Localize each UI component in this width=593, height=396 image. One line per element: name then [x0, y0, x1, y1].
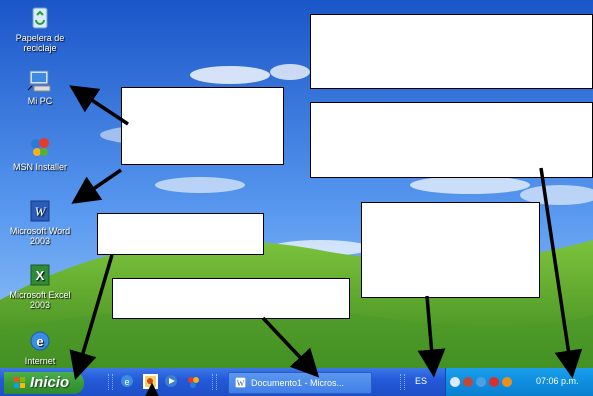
desktop-icon-excel[interactable]: X Microsoft Excel 2003	[5, 262, 75, 310]
windows-flag-icon	[14, 377, 25, 388]
svg-text:e: e	[36, 334, 43, 349]
recycle-bin-icon	[27, 5, 53, 31]
desktop-icon-label: MSN Installer	[12, 162, 67, 172]
back-arrow-icon[interactable]	[450, 377, 460, 387]
taskbar-button-label: Documento1 - Micros...	[251, 378, 345, 388]
toolbar-grip[interactable]	[400, 374, 405, 390]
media-player-icon[interactable]	[164, 374, 179, 389]
word-icon: W	[27, 198, 53, 224]
desktop-icon-internet[interactable]: e Internet	[5, 328, 75, 366]
callout-box	[310, 14, 593, 89]
desktop-background: Papelera de reciclaje Mi PC MSN Installe…	[0, 0, 593, 396]
internet-explorer-icon: e	[27, 328, 53, 354]
toolbar-grip[interactable]	[108, 374, 113, 390]
desktop-icon-label: Microsoft Word 2003	[9, 226, 71, 246]
callout-box	[310, 102, 593, 178]
desktop-icon-label: Mi PC	[27, 96, 53, 106]
desktop-icon-label: Microsoft Excel 2003	[9, 290, 71, 310]
msn-butterfly-icon	[27, 134, 53, 160]
start-label: Inicio	[30, 374, 70, 391]
antivirus-icon[interactable]	[502, 377, 512, 387]
svg-text:X: X	[36, 268, 45, 283]
outlook-express-icon[interactable]	[143, 374, 158, 389]
svg-text:W: W	[35, 204, 47, 219]
svg-text:W: W	[237, 379, 245, 388]
word-document-icon: W	[235, 377, 246, 388]
callout-box	[361, 202, 540, 298]
my-computer-icon	[27, 68, 53, 94]
clock[interactable]: 07:06 p.m.	[536, 376, 579, 386]
desktop-icon-msn-installer[interactable]: MSN Installer	[5, 134, 75, 172]
desktop-icon-label: Papelera de reciclaje	[15, 33, 65, 53]
desktop-icon-recycle-bin[interactable]: Papelera de reciclaje	[5, 5, 75, 53]
network-icon[interactable]	[463, 377, 473, 387]
msn-tray-icon[interactable]	[476, 377, 486, 387]
msn-icon[interactable]	[186, 374, 201, 389]
start-button[interactable]: Inicio	[4, 372, 84, 394]
security-shield-icon[interactable]	[489, 377, 499, 387]
callout-box	[121, 87, 284, 165]
excel-icon: X	[27, 262, 53, 288]
taskbar-button-word-document[interactable]: W Documento1 - Micros...	[228, 372, 372, 394]
language-indicator[interactable]: ES	[415, 376, 427, 386]
desktop-icon-my-computer[interactable]: Mi PC	[5, 68, 75, 106]
callout-box	[97, 213, 264, 255]
svg-text:e: e	[124, 377, 129, 387]
desktop-icon-label: Internet	[24, 356, 56, 366]
callout-box	[112, 278, 350, 319]
desktop-icon-word[interactable]: W Microsoft Word 2003	[5, 198, 75, 246]
internet-explorer-icon[interactable]: e	[120, 374, 135, 389]
toolbar-grip[interactable]	[212, 374, 217, 390]
